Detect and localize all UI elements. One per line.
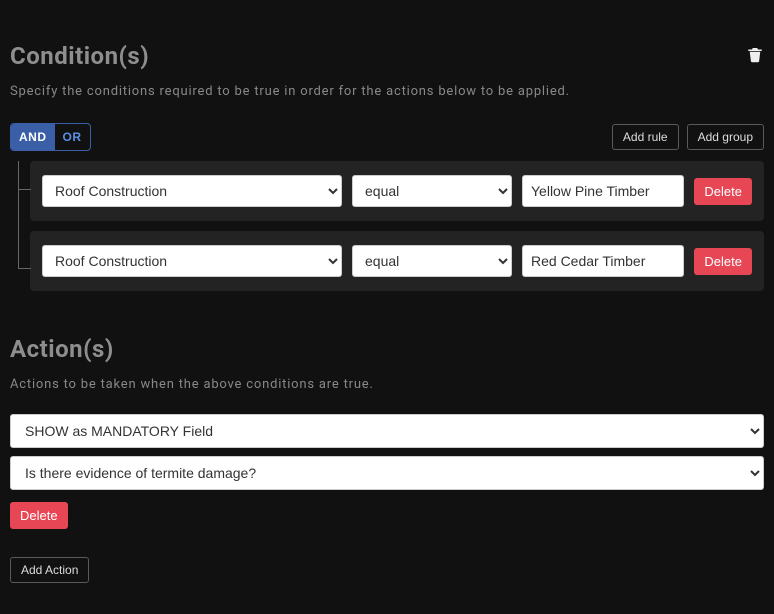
- rule-delete-button[interactable]: Delete: [694, 248, 752, 275]
- delete-conditions-icon[interactable]: [746, 44, 764, 68]
- rule-row: Roof Construction equal Delete: [30, 231, 764, 291]
- logic-or-button[interactable]: OR: [55, 124, 90, 150]
- rule-value-input[interactable]: [522, 175, 684, 207]
- action-delete-button[interactable]: Delete: [10, 502, 68, 529]
- trash-icon: [746, 44, 764, 64]
- action-item: SHOW as MANDATORY Field Is there evidenc…: [10, 414, 764, 529]
- conditions-heading: Condition(s): [10, 42, 149, 70]
- add-action-button[interactable]: Add Action: [10, 557, 89, 583]
- rule-operator-select[interactable]: equal: [352, 245, 512, 277]
- action-target-select[interactable]: Is there evidence of termite damage?: [10, 456, 764, 490]
- actions-subtext: Actions to be taken when the above condi…: [10, 377, 764, 392]
- rule-field-select[interactable]: Roof Construction: [42, 245, 342, 277]
- conditions-subtext: Specify the conditions required to be tr…: [10, 84, 764, 99]
- logic-toggle: AND OR: [10, 123, 91, 151]
- rule-delete-button[interactable]: Delete: [694, 178, 752, 205]
- rule-operator-select[interactable]: equal: [352, 175, 512, 207]
- rule-value-input[interactable]: [522, 245, 684, 277]
- logic-and-button[interactable]: AND: [11, 124, 55, 150]
- actions-heading: Action(s): [10, 335, 764, 363]
- rule-field-select[interactable]: Roof Construction: [42, 175, 342, 207]
- rule-connector-line: [18, 161, 30, 269]
- action-type-select[interactable]: SHOW as MANDATORY Field: [10, 414, 764, 448]
- add-rule-button[interactable]: Add rule: [612, 124, 679, 150]
- add-group-button[interactable]: Add group: [687, 124, 764, 150]
- rule-row: Roof Construction equal Delete: [30, 161, 764, 221]
